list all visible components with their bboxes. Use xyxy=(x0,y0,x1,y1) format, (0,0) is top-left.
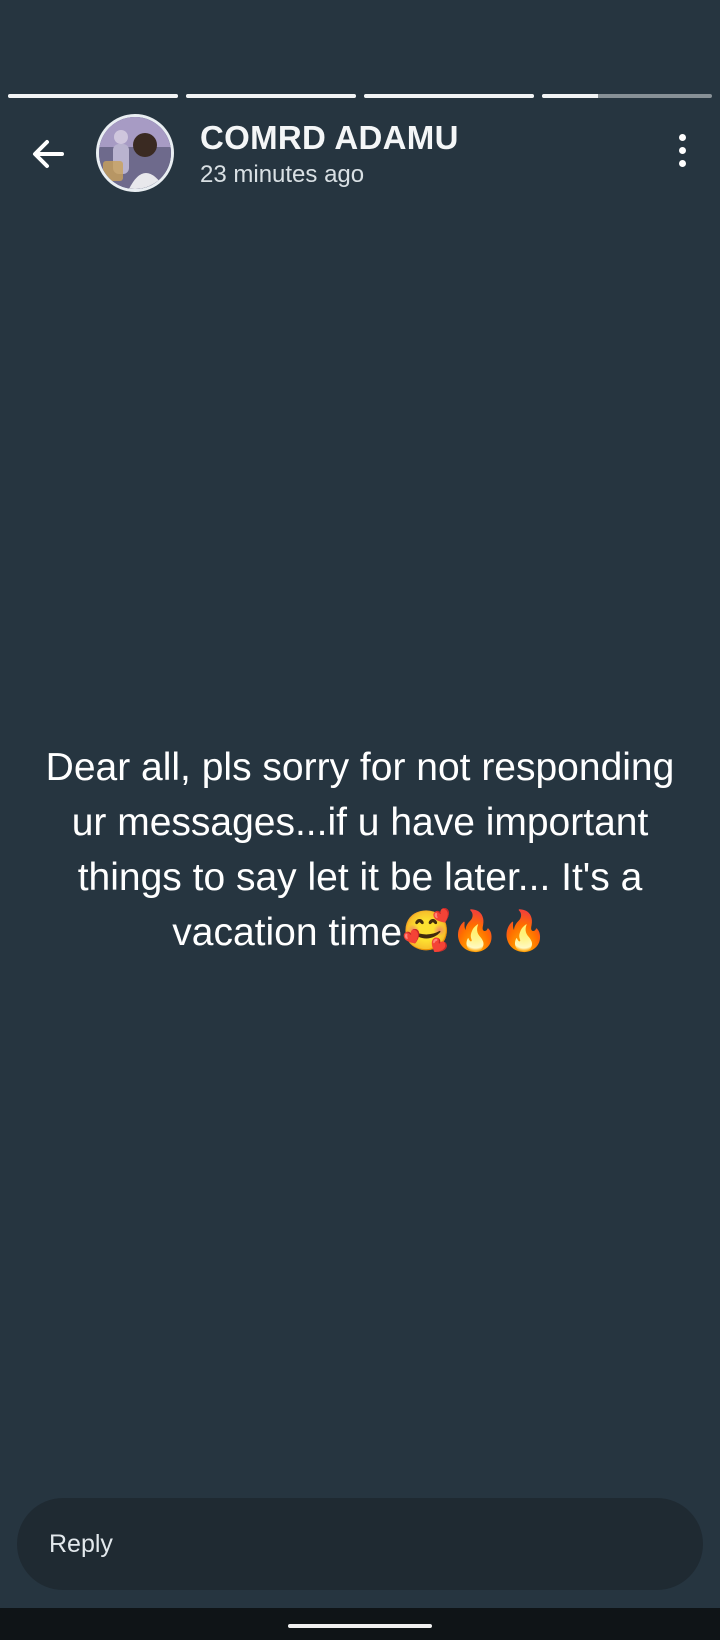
status-viewer-screen: COMRD ADAMU 23 minutes ago Dear all, pls… xyxy=(0,0,720,1640)
progress-segment xyxy=(186,94,356,98)
contact-info: COMRD ADAMU 23 minutes ago xyxy=(200,118,459,192)
more-options-button[interactable] xyxy=(660,124,704,176)
contact-name: COMRD ADAMU xyxy=(200,119,459,156)
more-vertical-icon xyxy=(678,133,686,141)
status-text-line: vacation time🥰🔥🔥 xyxy=(20,905,700,962)
status-text-line: ur messages...if u have important xyxy=(71,801,649,844)
status-text-fragment: vacation time xyxy=(172,911,403,954)
smiling-face-with-hearts-emoji: 🥰 xyxy=(402,910,451,954)
progress-segment xyxy=(542,94,712,98)
back-button[interactable] xyxy=(22,128,74,180)
status-text-line: Dear all, pls sorry for not responding xyxy=(45,746,675,789)
fire-emoji: 🔥 xyxy=(499,910,548,954)
arrow-left-icon xyxy=(33,140,64,168)
status-text: Dear all, pls sorry for not responding u… xyxy=(20,740,700,962)
status-header: COMRD ADAMU 23 minutes ago xyxy=(0,110,720,200)
progress-segment xyxy=(8,94,178,98)
contact-avatar-icon xyxy=(99,117,171,189)
status-progress-bar xyxy=(8,94,712,98)
reply-placeholder: Reply xyxy=(49,1530,113,1558)
status-timestamp: 23 minutes ago xyxy=(200,161,365,188)
avatar[interactable] xyxy=(96,114,174,192)
progress-segment xyxy=(364,94,534,98)
reply-input[interactable]: Reply xyxy=(17,1498,703,1590)
fire-emoji: 🔥 xyxy=(450,910,500,954)
system-navigation-bar xyxy=(0,1608,720,1640)
more-vertical-icon-dot xyxy=(678,146,686,154)
status-text-line: things to say let it be later... It's a xyxy=(77,856,643,899)
home-indicator[interactable] xyxy=(288,1624,432,1628)
more-vertical-icon-dot xyxy=(678,159,686,167)
